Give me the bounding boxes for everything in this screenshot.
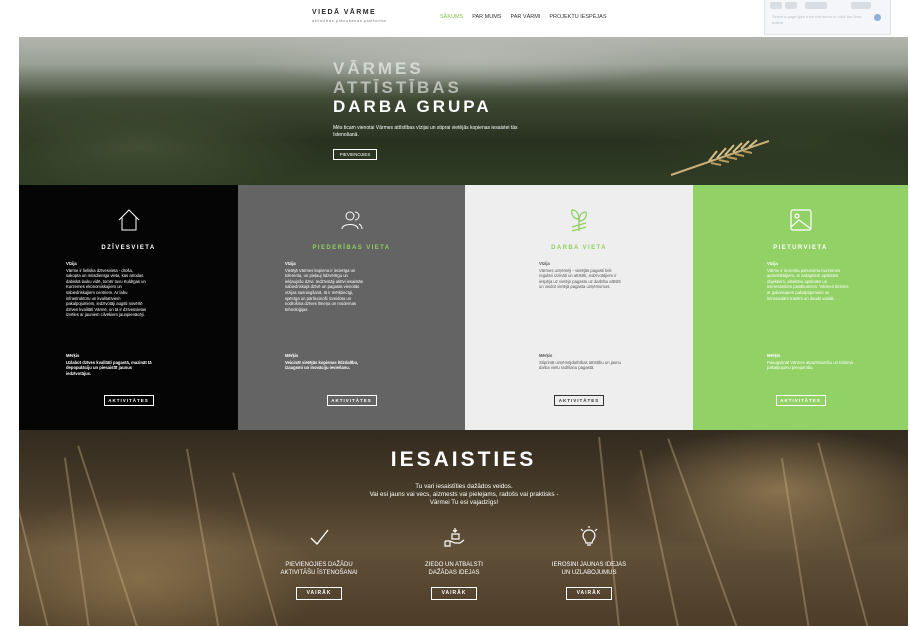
engage-item-label: PIEVIENOJIES DAŽĀDU AKTIVITĀŠU ĪSTENOŠAN… [280, 562, 358, 576]
vision-text: Vārme ir lieliska dzīvesvieta - droša, s… [66, 267, 147, 318]
donate-hand-icon [444, 528, 465, 547]
goal-label: Mērķis [285, 353, 299, 358]
engage-description: Tu vari iesaistīties dažādos veidos. Vai… [319, 483, 609, 507]
more-button[interactable]: VAIRĀK [431, 587, 477, 600]
vision-text: Vietējā Vārmes kopiena ir iecietīga un t… [285, 267, 363, 312]
goal-text: Paaugstināt Vārmes atpazīstamību un tūri… [767, 359, 853, 371]
image-icon [789, 209, 812, 231]
vision-label: Vīzija [66, 261, 77, 266]
brand-logo[interactable]: VIEDĀ VĀRME attīstības plānošanas platfo… [312, 9, 414, 31]
goal-text: Uzlabot dzīves kvalitāti pagastā, mazinā… [66, 359, 152, 376]
site-header: VIEDĀ VĀRME attīstības plānošanas platfo… [0, 0, 910, 37]
engage-item-ideas: IEROSINI JAUNAS IDEJAS UN UZLABOJUMUS VA… [524, 526, 654, 600]
wheat-ear-image [670, 139, 770, 176]
more-button[interactable]: VAIRĀK [296, 587, 342, 600]
main-nav: SĀKUMS PAR MUMS PAR VĀRMI PROJEKTU IESPĒ… [440, 11, 606, 23]
more-button[interactable]: VAIRĀK [566, 587, 612, 600]
activities-button[interactable]: AKTIVITĀTES [554, 395, 604, 406]
vision-text: Vārme ir iecienīta pieturvieta Kurzemes … [767, 267, 849, 301]
column-darba-vieta: DARBA VIETA Vīzija Vārmes uzņēmēji - vie… [465, 185, 693, 430]
column-goal: Mērķis Veicināt vietējās kopienas līdzda… [285, 353, 371, 371]
join-button[interactable]: PIEVIENOJIES [333, 149, 377, 160]
brand-name: VIEDĀ VĀRME [312, 9, 377, 16]
engage-item-donate: ZIEDO UN ATBALSTI DAŽĀDAS IDEJAS VAIRĀK [389, 526, 519, 600]
editor-tool-button[interactable] [770, 2, 782, 9]
nav-item-projektu-iespejas[interactable]: PROJEKTU IESPĒJAS [549, 11, 606, 23]
engage-desc-line: Tu vari iesaistīties dažādos veidos. [415, 483, 513, 490]
activities-button[interactable]: AKTIVITĀTES [775, 395, 826, 406]
brand-subtitle: attīstības plānošanas platforma [312, 18, 387, 23]
hero-title-line-2: ATTĪSTĪBAS [333, 78, 462, 97]
goal-label: Mērķis [767, 353, 781, 358]
editor-tool-button[interactable] [805, 2, 827, 9]
editor-tool-button[interactable] [785, 2, 797, 9]
people-icon [341, 211, 362, 230]
column-dzivesvieta: DZĪVESVIETA Vīzija Vārme ir lieliska dzī… [19, 185, 238, 430]
engage-desc-line: Vārmei Tu esi vajadzīgs! [429, 499, 499, 506]
nav-item-sakums[interactable]: SĀKUMS [440, 11, 463, 23]
vision-label: Vīzija [285, 261, 296, 266]
hero-title-line-1: VĀRMES [333, 59, 424, 78]
nav-item-par-varmi[interactable]: PAR VĀRMI [510, 11, 540, 23]
hero-description: Mēs ticam vienotai Vārmes attīstības vīz… [333, 125, 518, 138]
goal-label: Mērķis [66, 353, 80, 358]
vision-text: Vārmes uzņēmēji - vietējās pagasti tiek … [539, 267, 621, 290]
engage-item-label: ZIEDO UN ATBALSTI DAŽĀDAS IDEJAS [425, 562, 483, 576]
vision-label: Vīzija [767, 261, 778, 266]
column-vision: Vīzija Vārmes uzņēmēji - vietējās pagast… [539, 261, 621, 290]
column-goal: Mērķis Uzlabot dzīves kvalitāti pagastā,… [66, 353, 152, 376]
engage-item-join: PIEVIENOJIES DAŽĀDU AKTIVITĀŠU ĪSTENOŠAN… [254, 526, 384, 600]
plant-icon [571, 209, 587, 232]
info-icon [874, 14, 881, 21]
column-pieturvieta: PIETURVIETA Vīzija Vārme ir iecienīta pi… [693, 185, 908, 430]
lightbulb-icon [580, 526, 598, 546]
goal-label: Mērķis [539, 353, 553, 358]
column-goal: Mērķis Paaugstināt Vārmes atpazīstamību … [767, 353, 853, 371]
column-vision: Vīzija Vārme ir iecienīta pieturvieta Ku… [767, 261, 849, 301]
checkmark-icon [310, 529, 329, 545]
engage-section: IESAISTIES Tu vari iesaistīties dažādos … [19, 430, 908, 626]
editor-hint-text: Select a page type from the menu or clic… [772, 14, 862, 25]
column-goal: Mērķis Stiprināt uzņēmējdarbības attīstī… [539, 353, 625, 371]
goal-text: Veicināt vietējās kopienas līdzdalību, i… [285, 359, 359, 371]
nav-item-par-mums[interactable]: PAR MUMS [472, 11, 501, 23]
column-heading: DZĪVESVIETA [101, 245, 156, 251]
house-icon [118, 209, 139, 231]
hero-banner: VĀRMES ATTĪSTĪBAS DARBA GRUPA Mēs ticam … [19, 37, 908, 185]
column-vision: Vīzija Vārme ir lieliska dzīvesvieta - d… [66, 261, 148, 318]
hero-title-line-3: DARBA GRUPA [333, 97, 492, 116]
engage-desc-line: Vai esi jauns vai vecs, aizmests vai pie… [369, 491, 559, 498]
hero-title: VĀRMES ATTĪSTĪBAS DARBA GRUPA [333, 59, 593, 116]
activities-button[interactable]: AKTIVITĀTES [103, 395, 154, 406]
column-vision: Vīzija Vietējā Vārmes kopiena ir iecietī… [285, 261, 367, 312]
editor-options-button[interactable] [851, 2, 871, 9]
engage-item-label: IEROSINI JAUNAS IDEJAS UN UZLABOJUMUS [551, 562, 627, 576]
goal-text: Stiprināt uzņēmējdarbības attīstību un j… [539, 359, 621, 371]
column-heading: PIEDERĪBAS VIETA [312, 245, 391, 251]
column-heading: DARBA VIETA [551, 245, 607, 251]
activities-button[interactable]: AKTIVITĀTES [326, 395, 377, 406]
editor-overlay-panel: Select a page type from the menu or clic… [764, 0, 891, 35]
engage-title: IESAISTIES [390, 448, 537, 471]
column-heading: PIETURVIETA [773, 245, 828, 251]
vision-label: Vīzija [539, 261, 550, 266]
column-piederibas-vieta: PIEDERĪBAS VIETA Vīzija Vietējā Vārmes k… [238, 185, 465, 430]
